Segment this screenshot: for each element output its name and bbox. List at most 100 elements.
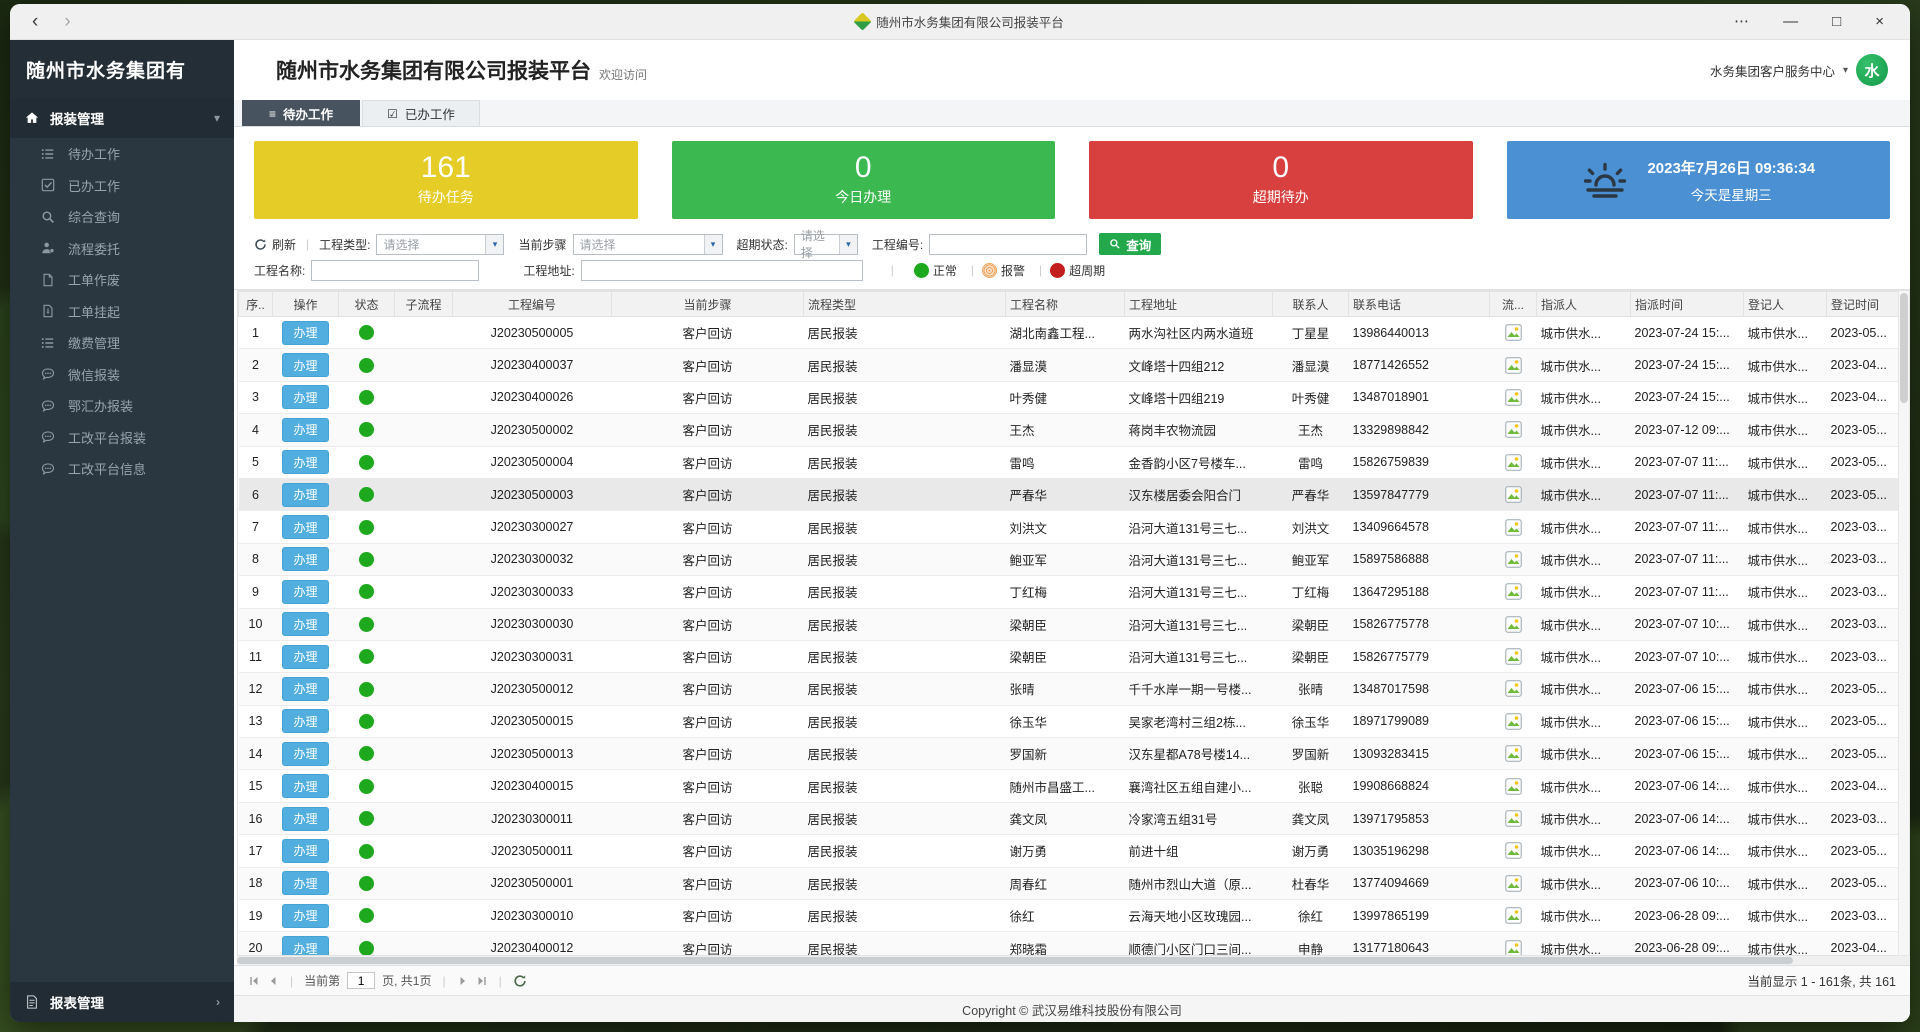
table-row[interactable]: 10办理J20230300030客户回访居民报装梁朝臣沿河大道131号三七...…: [239, 608, 1899, 640]
table-row[interactable]: 17办理J20230500011客户回访居民报装谢万勇前进十组谢万勇130351…: [239, 835, 1899, 867]
column-header-contact[interactable]: 联系人: [1273, 292, 1349, 317]
flow-chart-icon[interactable]: [1505, 940, 1522, 956]
flow-chart-icon[interactable]: [1505, 680, 1522, 697]
flow-chart-icon[interactable]: [1505, 907, 1522, 924]
table-row[interactable]: 12办理J20230500012客户回访居民报装张晴千千水岸一期一号楼...张晴…: [239, 673, 1899, 705]
handle-button[interactable]: 办理: [282, 450, 328, 474]
last-page-icon[interactable]: [476, 975, 488, 987]
table-row[interactable]: 13办理J20230500015客户回访居民报装徐玉华吴家老湾村三组2栋...徐…: [239, 705, 1899, 737]
flow-chart-icon[interactable]: [1505, 616, 1522, 633]
card-today-handled[interactable]: 0 今日办理: [672, 141, 1056, 219]
column-header-assignee[interactable]: 指派人: [1537, 292, 1631, 317]
table-row[interactable]: 6办理J20230500003客户回访居民报装严春华汉东楼居委会阳合门严春华13…: [239, 478, 1899, 510]
addr-input[interactable]: [581, 260, 863, 281]
flow-chart-icon[interactable]: [1505, 745, 1522, 762]
table-row[interactable]: 3办理J20230400026客户回访居民报装叶秀健文峰塔十四组219叶秀健13…: [239, 381, 1899, 413]
step-select[interactable]: 请选择 ▾: [573, 234, 723, 255]
next-page-icon[interactable]: [457, 975, 469, 987]
horizontal-scrollbar[interactable]: [237, 956, 1910, 965]
handle-button[interactable]: 办理: [282, 385, 328, 409]
card-overdue[interactable]: 0 超期待办: [1089, 141, 1473, 219]
sidebar-item[interactable]: 鄂汇办报装: [10, 390, 234, 422]
first-page-icon[interactable]: [248, 975, 260, 987]
back-icon[interactable]: ‹: [32, 12, 38, 31]
handle-button[interactable]: 办理: [282, 904, 328, 928]
sidebar-item[interactable]: 已办工作: [10, 170, 234, 202]
user-center-menu[interactable]: 水务集团客户服务中心: [1710, 61, 1835, 80]
sidebar-section-reports[interactable]: 报表管理 ›: [10, 982, 234, 1022]
column-header-flow[interactable]: 流...: [1490, 292, 1537, 317]
handle-button[interactable]: 办理: [282, 645, 328, 669]
handle-button[interactable]: 办理: [282, 807, 328, 831]
handle-button[interactable]: 办理: [282, 839, 328, 863]
table-row[interactable]: 1办理J20230500005客户回访居民报装湖北南鑫工程...两水沟社区内两水…: [239, 317, 1899, 349]
table-row[interactable]: 15办理J20230400015客户回访居民报装随州市昌盛工...襄湾社区五组自…: [239, 770, 1899, 802]
minimize-icon[interactable]: —: [1783, 14, 1798, 29]
horizontal-scrollbar-thumb[interactable]: [237, 957, 1793, 964]
flow-chart-icon[interactable]: [1505, 551, 1522, 568]
column-header-addr[interactable]: 工程地址: [1125, 292, 1273, 317]
query-button[interactable]: 查询: [1099, 233, 1161, 255]
column-header-type[interactable]: 流程类型: [804, 292, 1006, 317]
table-row[interactable]: 7办理J20230300027客户回访居民报装刘洪文沿河大道131号三七...刘…: [239, 511, 1899, 543]
handle-button[interactable]: 办理: [282, 774, 328, 798]
more-menu-icon[interactable]: ⋯: [1734, 14, 1749, 29]
column-header-sub[interactable]: 子流程: [395, 292, 453, 317]
column-header-num[interactable]: 序..: [239, 292, 273, 317]
sidebar-item[interactable]: 待办工作: [10, 138, 234, 170]
handle-button[interactable]: 办理: [282, 418, 328, 442]
sidebar-item[interactable]: 工改平台信息: [10, 453, 234, 485]
table-row[interactable]: 8办理J20230300032客户回访居民报装鲍亚军沿河大道131号三七...鲍…: [239, 543, 1899, 575]
name-input[interactable]: [311, 260, 479, 281]
flow-chart-icon[interactable]: [1505, 486, 1522, 503]
flow-chart-icon[interactable]: [1505, 421, 1522, 438]
column-header-phone[interactable]: 联系电话: [1349, 292, 1490, 317]
refresh-button[interactable]: 刷新: [254, 236, 296, 253]
tab-done-work[interactable]: ☑ 已办工作: [362, 100, 480, 126]
handle-button[interactable]: 办理: [282, 353, 328, 377]
table-row[interactable]: 9办理J20230300033客户回访居民报装丁红梅沿河大道131号三七...丁…: [239, 576, 1899, 608]
sidebar-section-baozhuang[interactable]: 报装管理 ▾: [10, 98, 234, 138]
handle-button[interactable]: 办理: [282, 612, 328, 636]
tab-pending-work[interactable]: ≡ 待办工作: [242, 100, 360, 126]
handle-button[interactable]: 办理: [282, 483, 328, 507]
page-number-input[interactable]: [347, 972, 375, 989]
type-select[interactable]: 请选择 ▾: [376, 234, 504, 255]
handle-button[interactable]: 办理: [282, 742, 328, 766]
handle-button[interactable]: 办理: [282, 547, 328, 571]
code-input[interactable]: [929, 234, 1087, 255]
table-row[interactable]: 18办理J20230500001客户回访居民报装周春红随州市烈山大道（原...杜…: [239, 867, 1899, 899]
close-icon[interactable]: ×: [1875, 14, 1884, 29]
sidebar-item[interactable]: 微信报装: [10, 359, 234, 391]
flow-chart-icon[interactable]: [1505, 875, 1522, 892]
forward-icon[interactable]: ›: [64, 12, 70, 31]
flow-chart-icon[interactable]: [1505, 389, 1522, 406]
reload-grid-icon[interactable]: [513, 974, 527, 988]
vertical-scrollbar-thumb[interactable]: [1900, 293, 1908, 403]
sidebar-item[interactable]: 流程委托: [10, 233, 234, 265]
handle-button[interactable]: 办理: [282, 871, 328, 895]
flow-chart-icon[interactable]: [1505, 778, 1522, 795]
table-row[interactable]: 2办理J20230400037客户回访居民报装潘显漠文峰塔十四组212潘显漠18…: [239, 349, 1899, 381]
flow-chart-icon[interactable]: [1505, 583, 1522, 600]
table-row[interactable]: 11办理J20230300031客户回访居民报装梁朝臣沿河大道131号三七...…: [239, 640, 1899, 672]
flow-chart-icon[interactable]: [1505, 842, 1522, 859]
column-header-step[interactable]: 当前步骤: [612, 292, 804, 317]
table-row[interactable]: 19办理J20230300010客户回访居民报装徐红云海天地小区玫瑰园...徐红…: [239, 900, 1899, 932]
flow-chart-icon[interactable]: [1505, 324, 1522, 341]
vertical-scrollbar[interactable]: [1898, 290, 1910, 956]
flow-chart-icon[interactable]: [1505, 713, 1522, 730]
sidebar-item[interactable]: 工单作废: [10, 264, 234, 296]
handle-button[interactable]: 办理: [282, 321, 328, 345]
table-row[interactable]: 20办理J20230400012客户回访居民报装郑晓霜顺德门小区门口三间...申…: [239, 932, 1899, 956]
handle-button[interactable]: 办理: [282, 515, 328, 539]
prev-page-icon[interactable]: [267, 975, 279, 987]
card-pending-tasks[interactable]: 161 待办任务: [254, 141, 638, 219]
avatar[interactable]: 水: [1856, 54, 1888, 86]
column-header-name[interactable]: 工程名称: [1006, 292, 1125, 317]
table-row[interactable]: 14办理J20230500013客户回访居民报装罗国新汉东星都A78号楼14..…: [239, 738, 1899, 770]
overdue-select[interactable]: 请选择 ▾: [794, 234, 858, 255]
flow-chart-icon[interactable]: [1505, 519, 1522, 536]
column-header-status[interactable]: 状态: [339, 292, 395, 317]
table-row[interactable]: 16办理J20230300011客户回访居民报装龚文凤冷家湾五组31号龚文凤13…: [239, 802, 1899, 834]
